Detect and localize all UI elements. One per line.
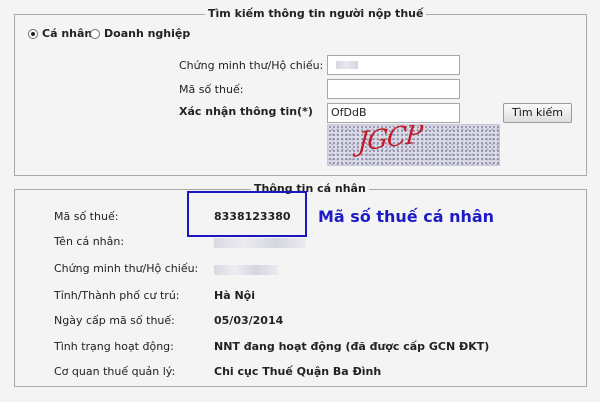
captcha-image: JGCP bbox=[327, 124, 500, 166]
search-button[interactable]: Tìm kiếm bbox=[503, 103, 572, 123]
info-value-province: Hà Nội bbox=[214, 289, 255, 302]
info-value-tax-office: Chi cục Thuế Quận Ba Đình bbox=[214, 365, 382, 378]
info-value-status: NNT đang hoạt động (đã được cấp GCN ĐKT) bbox=[214, 340, 490, 353]
info-label-tax-office: Cơ quan thuế quản lý: bbox=[54, 365, 176, 378]
search-legend: Tìm kiếm thông tin người nộp thuế bbox=[205, 7, 427, 20]
tax-code-input[interactable] bbox=[327, 79, 460, 99]
tax-code-highlight-box bbox=[187, 191, 307, 237]
info-label-tax-code: Mã số thuế: bbox=[54, 210, 119, 223]
radio-individual[interactable] bbox=[28, 29, 38, 39]
captcha-image-text: JGCP bbox=[356, 124, 424, 159]
id-number-input[interactable] bbox=[327, 55, 460, 75]
info-label-name: Tên cá nhân: bbox=[54, 235, 125, 248]
captcha-input[interactable]: OfDdB bbox=[327, 103, 460, 123]
info-value-id-redacted bbox=[214, 265, 278, 275]
info-label-id: Chứng minh thư/Hộ chiếu: bbox=[54, 262, 199, 275]
info-value-issue-date: 05/03/2014 bbox=[214, 314, 284, 327]
id-number-label: Chứng minh thư/Hộ chiếu: bbox=[179, 59, 324, 72]
captcha-label: Xác nhận thông tin(*) bbox=[179, 105, 313, 118]
tax-code-annotation: Mã số thuế cá nhân bbox=[318, 207, 495, 226]
info-label-status: Tình trạng hoạt động: bbox=[54, 340, 174, 353]
radio-business[interactable] bbox=[90, 29, 100, 39]
tax-code-label: Mã số thuế: bbox=[179, 83, 244, 96]
search-fieldset: Tìm kiếm thông tin người nộp thuế bbox=[14, 7, 587, 176]
info-value-name-redacted bbox=[214, 238, 306, 248]
radio-individual-label[interactable]: Cá nhân bbox=[42, 27, 92, 40]
info-label-issue-date: Ngày cấp mã số thuế: bbox=[54, 314, 175, 327]
radio-business-label[interactable]: Doanh nghiệp bbox=[104, 27, 190, 40]
info-label-province: Tỉnh/Thành phố cư trú: bbox=[54, 289, 180, 302]
